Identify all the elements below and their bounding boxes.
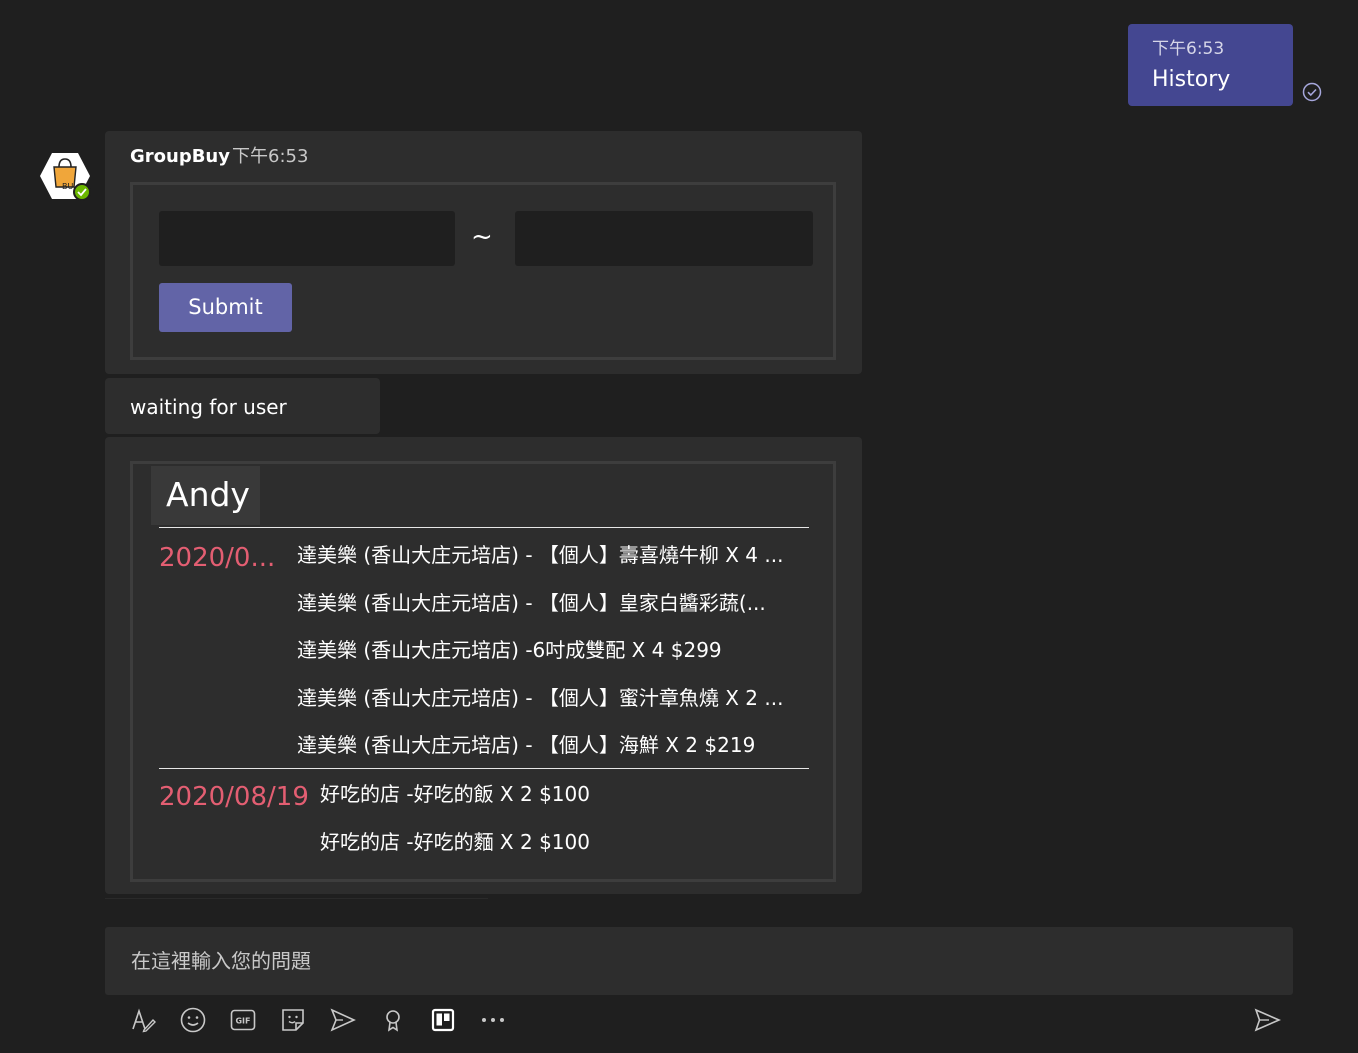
- message-timestamp: 下午6:53: [1152, 39, 1225, 59]
- order-item: 達美樂 (香山大庄元培店) - 【個人】壽喜燒牛柳 X 4 ...: [297, 543, 784, 567]
- start-date-input[interactable]: [159, 211, 455, 266]
- order-item: 達美樂 (香山大庄元培店) - 【個人】海鮮 X 2 $219: [297, 733, 756, 757]
- format-icon[interactable]: [129, 1006, 157, 1034]
- divider: [105, 898, 488, 899]
- praise-icon[interactable]: [379, 1006, 407, 1034]
- order-date: 2020/08/19: [159, 782, 309, 812]
- order-item: 好吃的店 -好吃的飯 X 2 $100: [320, 782, 590, 806]
- message-input[interactable]: [131, 927, 1271, 995]
- compose-box[interactable]: [105, 927, 1293, 995]
- gif-icon[interactable]: GIF: [229, 1006, 257, 1034]
- send-icon[interactable]: [1253, 1006, 1281, 1034]
- divider: [159, 768, 809, 769]
- order-date: 2020/0...: [159, 543, 276, 573]
- submit-button[interactable]: Submit: [159, 283, 292, 332]
- message-text: History: [1152, 67, 1231, 92]
- status-message: waiting for user select...: [105, 378, 380, 477]
- order-item: 好吃的店 -好吃的麵 X 2 $100: [320, 830, 590, 854]
- date-range-form: [130, 182, 836, 360]
- end-date-input[interactable]: [515, 211, 813, 266]
- emoji-icon[interactable]: [179, 1006, 207, 1034]
- divider: [159, 527, 809, 528]
- outgoing-message-bubble[interactable]: 下午6:53 History: [1128, 24, 1293, 106]
- order-item: 達美樂 (香山大庄元培店) -6吋成雙配 X 4 $299: [297, 638, 722, 662]
- more-icon[interactable]: [479, 1006, 507, 1034]
- board-icon[interactable]: [429, 1006, 457, 1034]
- sticker-icon[interactable]: [279, 1006, 307, 1034]
- meet-icon[interactable]: [329, 1006, 357, 1034]
- message-timestamp: 下午6:53: [232, 146, 309, 167]
- user-name: Andy: [166, 475, 250, 514]
- sender-name: GroupBuy: [130, 146, 230, 167]
- order-item: 達美樂 (香山大庄元培店) - 【個人】皇家白醬彩蔬(...: [297, 591, 766, 615]
- svg-text:BU: BU: [62, 182, 73, 191]
- svg-text:GIF: GIF: [235, 1017, 250, 1026]
- groupbuy-bag-icon[interactable]: BU: [38, 151, 92, 201]
- sent-check-icon: [1302, 82, 1322, 102]
- order-item: 達美樂 (香山大庄元培店) - 【個人】蜜汁章魚燒 X 2 ...: [297, 686, 784, 710]
- range-separator: ~: [471, 222, 493, 252]
